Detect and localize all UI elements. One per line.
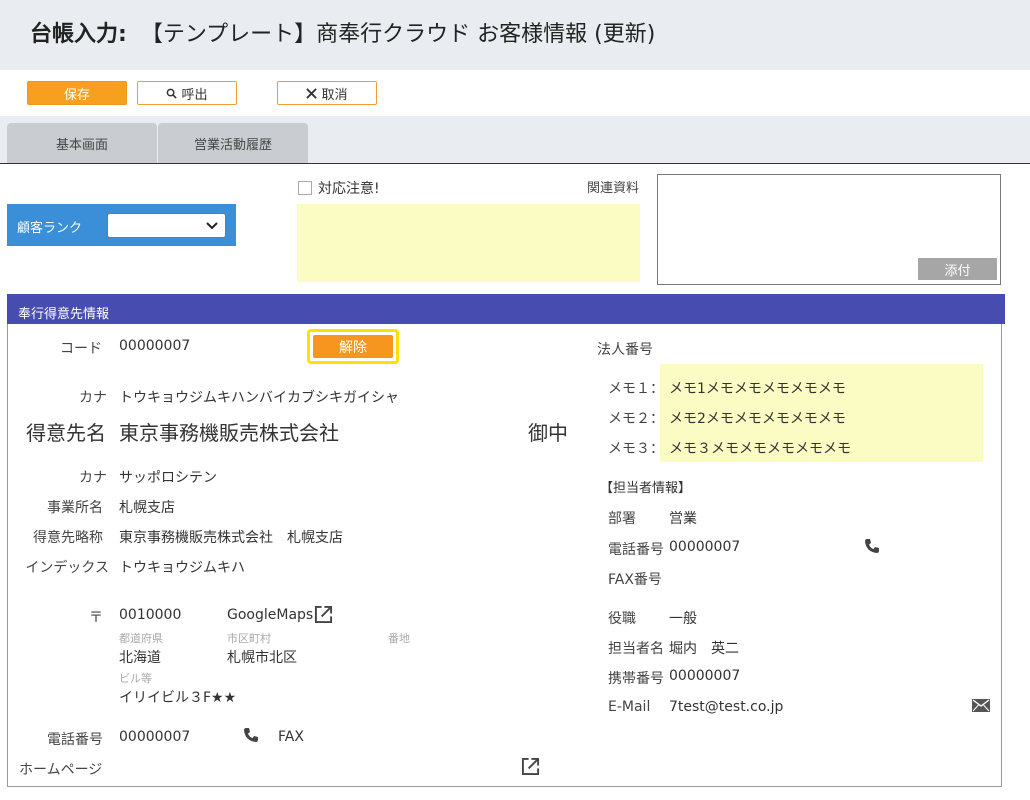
save-button[interactable]: 保存 [27, 81, 127, 105]
memo1-value: メモ1メモメモメモメモメモ [669, 381, 846, 397]
staff-fax-label: FAX番号 [608, 572, 662, 588]
page-header: 台帳入力: 【テンプレート】商奉行クラウド お客様情報 (更新) [0, 0, 1030, 70]
prefecture-label: 都道府県 [119, 632, 163, 645]
memo3-value: メモ３メモメモメモメモメモ [669, 441, 851, 457]
call-button[interactable]: 呼出 [137, 81, 237, 105]
close-icon [306, 87, 318, 99]
toolbar: 保存 呼出 取消 [0, 70, 1030, 116]
branch-label: 事業所名 [47, 500, 103, 516]
cancel-button-label: 取消 [321, 87, 348, 103]
city-value: 札幌市北区 [227, 650, 297, 666]
person-label: 担当者名 [608, 641, 664, 657]
city-label: 市区町村 [227, 632, 271, 645]
short-name-label: 得意先略称 [33, 530, 103, 546]
save-button-label: 保存 [63, 87, 90, 103]
role-value: 一般 [669, 611, 697, 627]
homepage-label: ホームページ [19, 762, 103, 778]
postal-label: 〒 [89, 610, 103, 626]
branch-kana-label: カナ [79, 470, 107, 486]
tab-bar: 基本画面 営業活動履歴 [0, 116, 1030, 164]
checkbox-box[interactable] [298, 181, 312, 195]
customer-rank-select[interactable] [107, 213, 226, 238]
tab-basic-label: 基本画面 [55, 137, 108, 153]
tab-sales-history-label: 営業活動履歴 [193, 137, 272, 153]
release-button-label: 解除 [339, 339, 367, 356]
email-value: 7test@test.co.jp [669, 699, 784, 715]
index-label: インデックス [25, 560, 109, 576]
section-header: 奉行得意先情報 [7, 294, 1005, 324]
memo3-label: メモ３： [608, 441, 664, 457]
email-label: E-Mail [608, 699, 651, 715]
customer-rank-label: 顧客ランク [17, 221, 83, 236]
postal-value: 0010000 [119, 607, 182, 623]
building-value: イリイビル３F★★ [119, 690, 237, 706]
caution-label: 対応注意! [318, 181, 380, 197]
phone-icon[interactable] [243, 727, 259, 743]
customer-name-label: 得意先名 [26, 421, 106, 445]
index-value: トウキョウジムキハ [119, 560, 245, 576]
related-docs-label: 関連資料 [587, 181, 640, 196]
mail-icon[interactable] [972, 699, 990, 712]
short-name-value: 東京事務機販売株式会社 札幌支店 [119, 530, 343, 546]
corporate-number-label: 法人番号 [597, 342, 653, 358]
tab-basic[interactable]: 基本画面 [7, 123, 157, 163]
page-title-text: 【テンプレート】商奉行クラウド お客様情報 (更新) [140, 22, 656, 47]
page-title-prefix: 台帳入力: [30, 22, 127, 47]
phone-icon[interactable] [864, 538, 880, 554]
customer-name-value: 東京事務機販売株式会社 [119, 421, 339, 445]
caution-checkbox[interactable]: 対応注意! [298, 178, 380, 198]
prefecture-value: 北海道 [119, 650, 161, 666]
staff-phone-value: 00000007 [669, 539, 741, 555]
code-value: 00000007 [119, 338, 191, 354]
section-title: 奉行得意先情報 [18, 307, 110, 322]
customer-rank-panel: 顧客ランク [7, 204, 236, 246]
code-label: コード [60, 341, 102, 357]
kana-label: カナ [79, 390, 107, 406]
memo2-value: メモ2メモメモメモメモメモ [669, 411, 846, 427]
role-label: 役職 [608, 611, 636, 627]
external-link-icon[interactable] [521, 757, 540, 776]
external-link-icon[interactable] [314, 605, 333, 624]
mobile-value: 00000007 [669, 668, 741, 684]
caution-textarea[interactable] [297, 204, 640, 282]
branch-value: 札幌支店 [119, 500, 175, 516]
branch-kana-value: サッポロシテン [119, 470, 217, 486]
release-button[interactable]: 解除 [313, 335, 393, 358]
street-label: 番地 [388, 632, 410, 645]
attach-button[interactable]: 添付 [918, 258, 997, 280]
googlemaps-link[interactable]: GoogleMaps [227, 607, 313, 623]
memo2-label: メモ２： [608, 411, 664, 427]
mobile-label: 携帯番号 [608, 671, 664, 687]
staff-info-header: 【担当者情報】 [600, 481, 692, 496]
fax-label: FAX [278, 729, 304, 745]
phone-value: 00000007 [119, 729, 191, 745]
search-icon [167, 88, 178, 99]
staff-phone-label: 電話番号 [608, 542, 664, 558]
kana-value: トウキョウジムキハンバイカブシキガイシャ [119, 390, 399, 406]
dept-value: 営業 [669, 511, 697, 527]
memo1-label: メモ１： [608, 381, 664, 397]
dept-label: 部署 [608, 511, 636, 527]
building-label: ビル等 [119, 672, 152, 685]
release-button-highlight: 解除 [307, 329, 399, 364]
attach-button-label: 添付 [944, 263, 971, 279]
honorific: 御中 [528, 421, 568, 445]
phone-label: 電話番号 [47, 732, 103, 748]
cancel-button[interactable]: 取消 [277, 81, 377, 105]
tab-sales-history[interactable]: 営業活動履歴 [158, 123, 308, 163]
call-button-label: 呼出 [181, 87, 208, 103]
page-title: 台帳入力: 【テンプレート】商奉行クラウド お客様情報 (更新) [30, 16, 655, 48]
person-value: 堀内 英二 [669, 641, 739, 657]
